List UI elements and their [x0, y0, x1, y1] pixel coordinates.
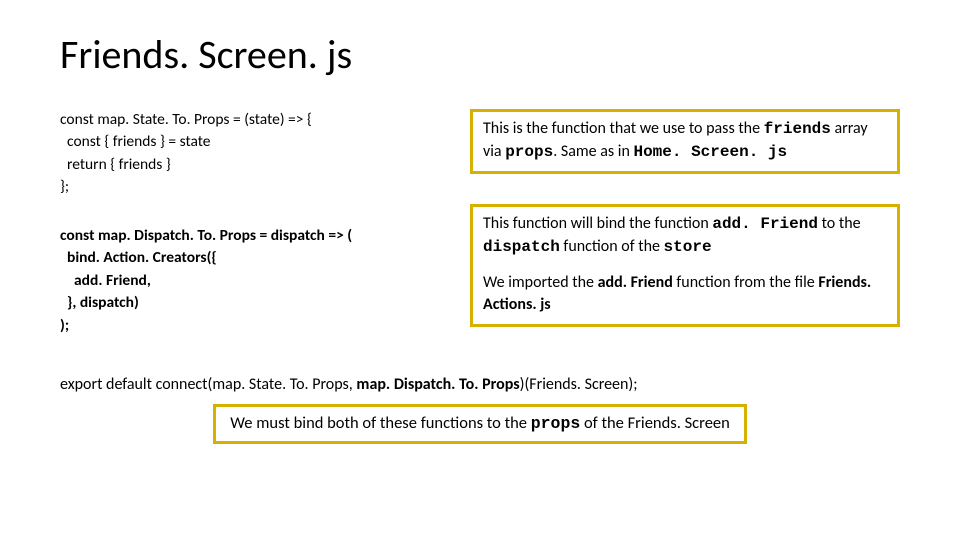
mono-store: store	[664, 238, 712, 256]
callout-column: This is the function that we use to pass…	[470, 109, 900, 349]
code-column: const map. State. To. Props = (state) =>…	[60, 109, 440, 349]
text: function of the	[560, 237, 664, 256]
export-default-line: export default connect(map. State. To. P…	[60, 375, 900, 394]
mono-homescreen: Home. Screen. js	[633, 143, 787, 161]
slide: Friends. Screen. js const map. State. To…	[0, 0, 960, 540]
bottom-callout-wrap: We must bind both of these functions to …	[60, 404, 900, 444]
text: We imported the	[483, 273, 598, 292]
callout-line-2: We imported the add. Friend function fro…	[483, 272, 887, 315]
mono-friends: friends	[764, 120, 831, 138]
bold-addfriend: add. Friend	[598, 273, 673, 292]
callout-bottom: We must bind both of these functions to …	[213, 404, 747, 444]
mono-props: props	[505, 143, 553, 161]
text: of the Friends. Screen	[580, 413, 730, 433]
bold-mapdispatch: map. Dispatch. To. Props	[356, 375, 519, 394]
mono-addfriend: add. Friend	[712, 215, 818, 233]
callout-line-1: This function will bind the function add…	[483, 213, 887, 258]
text: . Same as in	[553, 142, 633, 161]
callout-map-state: This is the function that we use to pass…	[470, 109, 900, 174]
two-column-layout: const map. State. To. Props = (state) =>…	[60, 109, 900, 349]
text: )(Friends. Screen);	[520, 375, 638, 394]
text: export default connect(map. State. To. P…	[60, 375, 356, 394]
mono-props-bottom: props	[531, 414, 581, 433]
text: This function will bind the function	[483, 214, 712, 233]
text: This is the function that we use to pass…	[483, 119, 764, 138]
callout-map-dispatch: This function will bind the function add…	[470, 204, 900, 326]
text: function from the file	[673, 273, 819, 292]
page-title: Friends. Screen. js	[60, 30, 900, 79]
text: We must bind both of these functions to …	[230, 413, 531, 433]
mono-dispatch: dispatch	[483, 238, 560, 256]
code-map-dispatch-to-props: const map. Dispatch. To. Props = dispatc…	[60, 225, 440, 337]
text: to the	[818, 214, 861, 233]
code-map-state-to-props: const map. State. To. Props = (state) =>…	[60, 109, 440, 199]
